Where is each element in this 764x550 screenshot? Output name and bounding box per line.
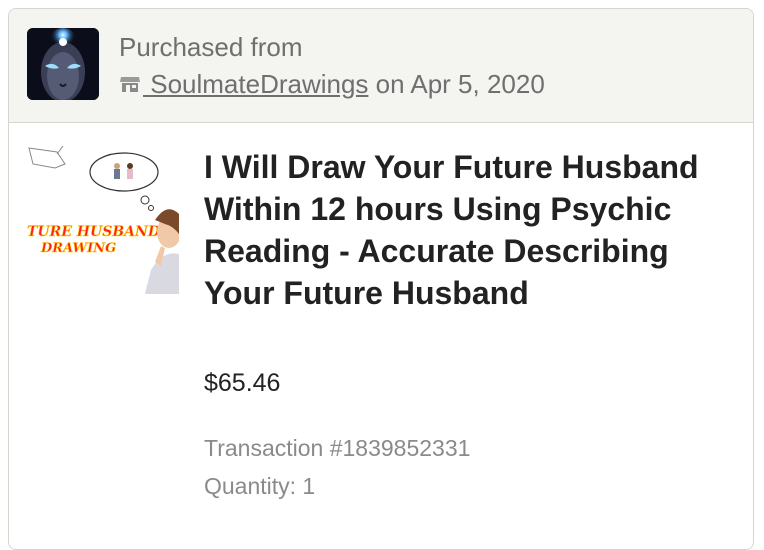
thumbnail-text-line2: DRAWING: [40, 241, 116, 256]
mystic-face-icon: [27, 28, 99, 100]
quantity-value: Quantity: 1: [204, 473, 316, 499]
purchased-from-label: Purchased from: [119, 32, 303, 62]
listing-price: $65.46: [204, 369, 281, 397]
shop-icon: [119, 67, 141, 101]
transaction-number: Transaction #1839852331: [204, 435, 471, 461]
thumbnail-text-line1: TURE HUSBAND: [27, 224, 161, 240]
listing-thumbnail[interactable]: TURE HUSBAND DRAWING: [27, 142, 179, 294]
purchase-header: Purchased from SoulmateDrawings on Apr 5…: [9, 9, 753, 123]
purchase-date: on Apr 5, 2020: [368, 69, 545, 99]
listing-title-link[interactable]: I Will Draw Your Future Husband Within 1…: [204, 146, 724, 314]
shop-name-link[interactable]: SoulmateDrawings: [143, 69, 368, 99]
shop-line: SoulmateDrawings on Apr 5, 2020: [119, 67, 545, 103]
purchase-card: Purchased from SoulmateDrawings on Apr 5…: [8, 8, 754, 550]
shop-avatar[interactable]: [27, 28, 99, 100]
